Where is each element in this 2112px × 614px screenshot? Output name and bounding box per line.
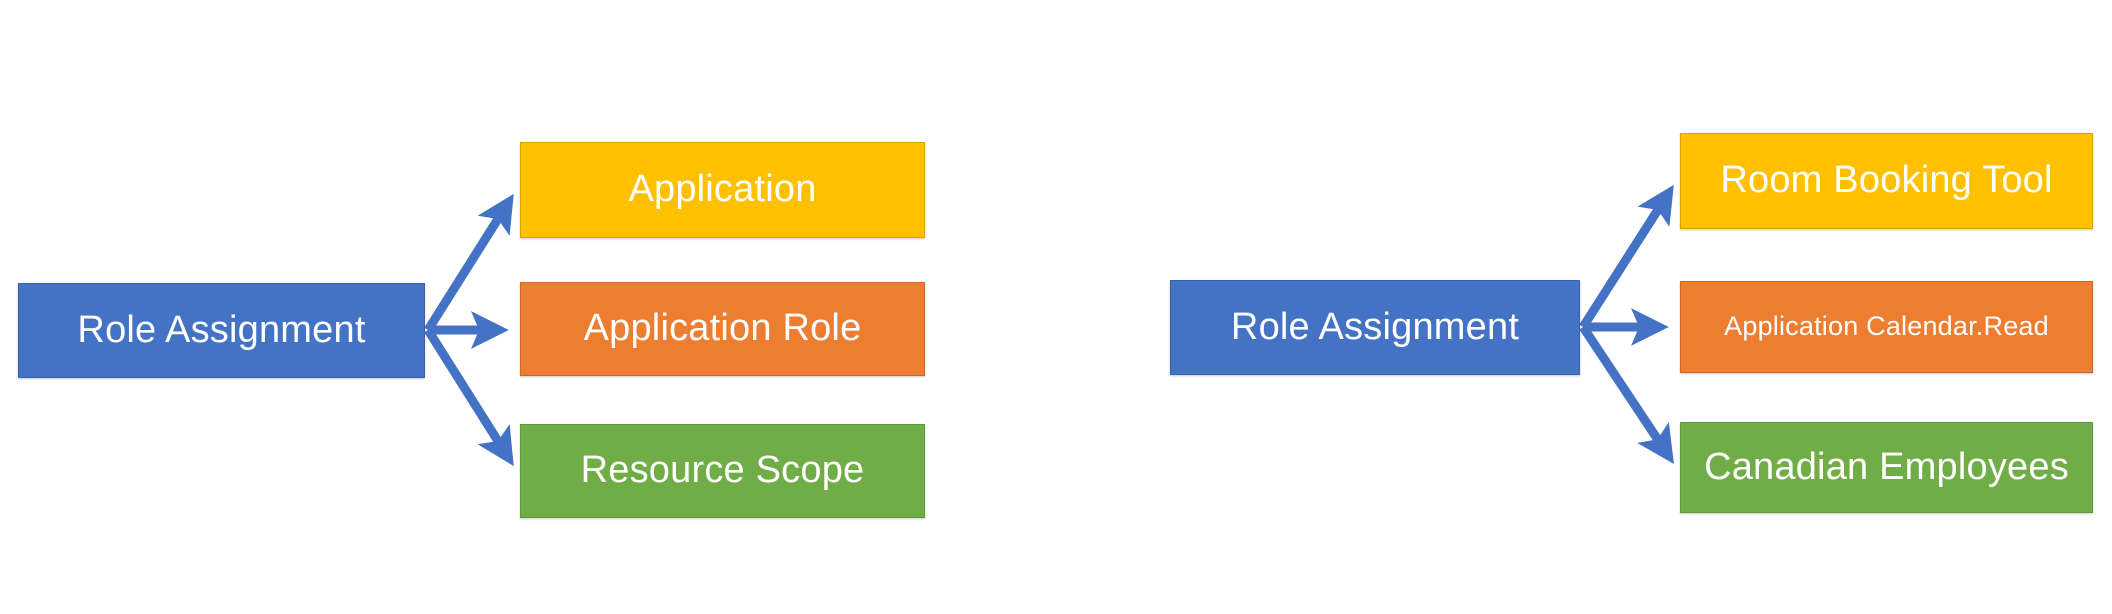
node-room-booking-tool[interactable]: Room Booking Tool [1680,133,2093,229]
arrow-role-assignment-to-room-booking-tool [1579,184,1674,330]
node-label: Role Assignment [77,308,366,351]
node-role-assignment-example[interactable]: Role Assignment [1170,280,1580,375]
node-application-role[interactable]: Application Role [520,282,925,376]
node-label: Application Calendar.Read [1724,311,2049,342]
node-application-calendar-read[interactable]: Application Calendar.Read [1680,281,2093,373]
node-canadian-employees[interactable]: Canadian Employees [1680,422,2093,513]
arrow-role-assignment-to-canadian-employees [1579,324,1674,464]
node-label: Application [628,168,817,211]
node-label: Canadian Employees [1704,445,2069,488]
arrow-role-assignment-to-resource-scope [424,327,514,467]
diagram-canvas: Role Assignment Application Application … [0,0,2112,614]
node-application[interactable]: Application [520,142,925,238]
node-label: Application Role [583,307,862,350]
node-label: Role Assignment [1230,305,1520,348]
arrow-role-assignment-to-application [424,193,514,333]
node-role-assignment-generic[interactable]: Role Assignment [18,283,425,378]
node-label: Room Booking Tool [1720,159,2053,202]
node-resource-scope[interactable]: Resource Scope [520,424,925,518]
node-label: Resource Scope [580,449,865,492]
